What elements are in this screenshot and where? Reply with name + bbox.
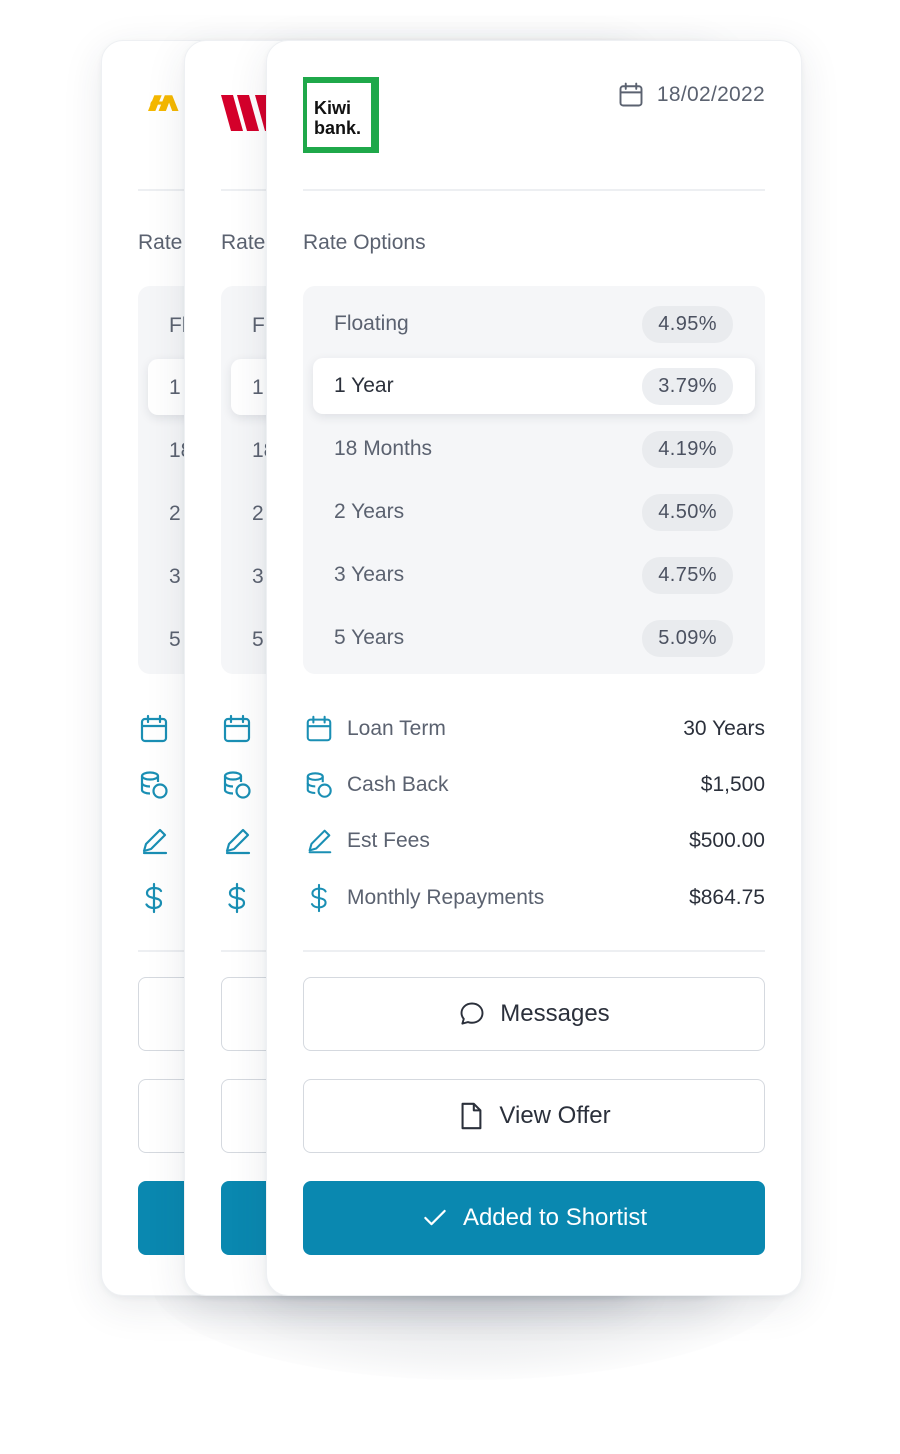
rate-badge: 4.50% <box>642 493 733 531</box>
detail-label: Monthly Repayments <box>347 886 545 909</box>
rate-badge: 4.75% <box>642 556 733 594</box>
divider <box>303 950 765 952</box>
rate-term: 3 <box>169 565 181 588</box>
pen-icon <box>142 828 168 855</box>
coins-icon <box>223 771 251 799</box>
date-text: 18/02/2022 <box>656 83 765 106</box>
rate-term: 18 Months <box>334 437 433 460</box>
coins-icon <box>140 771 168 799</box>
rate-term: 5 <box>169 628 181 651</box>
rate-term: 1 <box>252 376 264 399</box>
dollar-icon <box>228 882 246 914</box>
calendar-icon <box>303 713 335 745</box>
rate-options-label: Rate Options <box>303 231 426 254</box>
offer-card-kiwibank[interactable]: Kiwi bank. 18/02/2022 Rate Options Float… <box>266 40 802 1296</box>
rate-term: 2 Years <box>334 500 405 523</box>
logo-line2: bank. <box>314 118 361 138</box>
rate-term: 5 Years <box>334 626 405 649</box>
chat-bubble-icon <box>460 1002 484 1025</box>
rate-term: Floating <box>334 312 409 335</box>
rate-term: 1 Year <box>334 374 394 397</box>
kiwibank-logo: Kiwi bank. <box>303 77 379 153</box>
added-to-shortlist-button[interactable]: Added to Shortist <box>303 1181 765 1255</box>
detail-label: Cash Back <box>347 773 449 796</box>
calendar-icon <box>619 82 643 107</box>
logo-line1: Kiwi <box>314 98 351 118</box>
detail-monthly-repayments: Monthly Repayments $864.75 <box>303 878 765 918</box>
rate-row-18-months[interactable]: 18 Months 4.19% <box>313 421 755 477</box>
detail-label: Loan Term <box>347 717 446 740</box>
calendar-icon <box>140 714 168 743</box>
offer-date: 18/02/2022 <box>617 81 765 109</box>
detail-value: $864.75 <box>689 886 765 909</box>
rate-row-3-years[interactable]: 3 Years 4.75% <box>313 547 755 603</box>
rate-badge: 4.95% <box>642 305 733 343</box>
rate-options-label: Rate <box>138 231 183 254</box>
divider <box>303 189 765 191</box>
view-offer-button[interactable]: View Offer <box>303 1079 765 1153</box>
detail-value: 30 Years <box>683 717 765 740</box>
rate-row-1-year[interactable]: 1 Year 3.79% <box>313 358 755 414</box>
dollar-icon <box>145 882 163 914</box>
rate-term: 5 <box>252 628 264 651</box>
rate-options-label: Rate <box>221 231 266 254</box>
rate-badge: 3.79% <box>642 367 733 405</box>
detail-value: $500.00 <box>689 829 765 852</box>
detail-est-fees: Est Fees $500.00 <box>303 821 765 861</box>
detail-label: Est Fees <box>347 829 430 852</box>
checkmark-icon <box>424 1209 446 1226</box>
rate-row-2-years[interactable]: 2 Years 4.50% <box>313 484 755 540</box>
messages-button[interactable]: Messages <box>303 977 765 1051</box>
detail-value: $1,500 <box>700 773 765 796</box>
rate-row-5-years[interactable]: 5 Years 5.09% <box>313 610 755 666</box>
rate-term: 3 <box>252 565 264 588</box>
detail-cash-back: Cash Back $1,500 <box>303 765 765 805</box>
pen-icon <box>225 828 251 855</box>
rate-term: 3 Years <box>334 563 405 586</box>
dollar-icon <box>303 882 335 914</box>
rate-badge: 5.09% <box>642 619 733 657</box>
rate-term: 2 <box>169 502 181 525</box>
rate-term: 2 <box>252 502 264 525</box>
calendar-icon <box>223 714 251 743</box>
document-icon <box>461 1102 482 1130</box>
rate-badge: 4.19% <box>642 430 733 468</box>
coins-icon <box>303 769 335 801</box>
rate-term: 1 <box>169 376 181 399</box>
detail-loan-term: Loan Term 30 Years <box>303 709 765 749</box>
messages-label: Messages <box>500 1000 610 1027</box>
view-offer-label: View Offer <box>499 1102 611 1129</box>
rate-row-floating[interactable]: Floating 4.95% <box>313 296 755 352</box>
shortlist-label: Added to Shortist <box>462 1204 648 1231</box>
pen-icon <box>303 825 335 857</box>
rate-options-panel: Floating 4.95% 1 Year 3.79% 18 Months 4.… <box>303 286 765 674</box>
